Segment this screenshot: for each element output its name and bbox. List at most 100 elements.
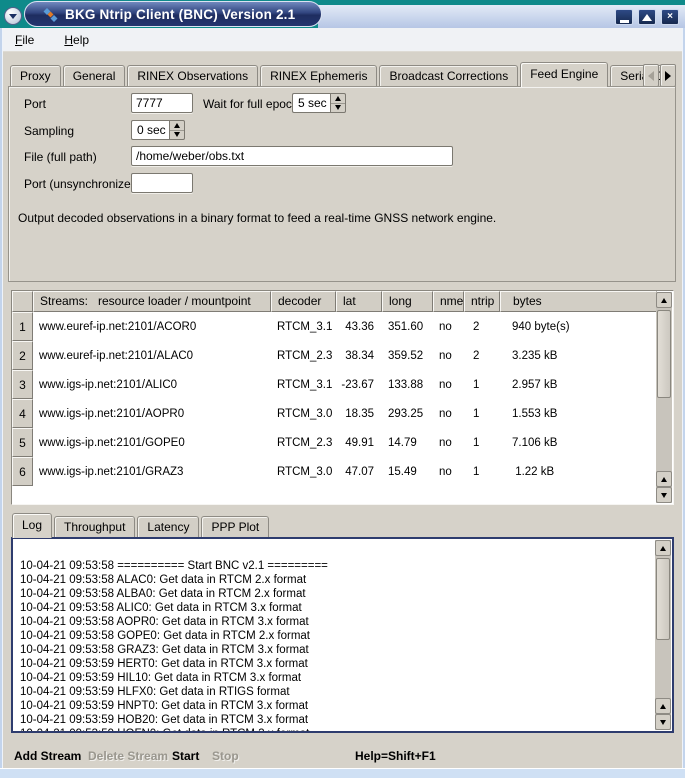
scrollbar-thumb[interactable] — [656, 558, 670, 640]
cell-nmea[interactable]: no — [433, 399, 464, 428]
tab[interactable]: Feed Engine — [520, 62, 608, 87]
cell-long[interactable]: 133.88 — [382, 370, 433, 399]
cell-ntrip[interactable]: 1 — [464, 457, 500, 486]
row-number[interactable]: 5 — [12, 428, 33, 457]
spin-up-button[interactable] — [170, 121, 184, 131]
cell-nmea[interactable]: no — [433, 312, 464, 341]
header-mountpoint[interactable]: Streams: resource loader / mountpoint — [33, 291, 271, 312]
cell-bytes[interactable]: 3.235 kB — [500, 341, 673, 370]
file-path-input[interactable] — [131, 146, 453, 166]
tab[interactable]: Log — [12, 513, 52, 538]
add-stream-button[interactable]: Add Stream — [14, 749, 81, 763]
cell-long[interactable]: 351.60 — [382, 312, 433, 341]
tab[interactable]: PPP Plot — [201, 516, 269, 537]
cell-ntrip[interactable]: 2 — [464, 312, 500, 341]
log-output[interactable]: 10-04-21 09:53:58 ========== Start BNC v… — [11, 537, 674, 733]
tab[interactable]: RINEX Observations — [127, 65, 258, 86]
header-lat[interactable]: lat — [336, 291, 382, 312]
cell-lat[interactable]: 38.34 — [336, 341, 382, 370]
cell-decoder[interactable]: RTCM_3.0 — [271, 457, 336, 486]
minimize-button[interactable] — [615, 9, 633, 25]
cell-decoder[interactable]: RTCM_2.3 — [271, 428, 336, 457]
cell-mountpoint[interactable]: www.igs-ip.net:2101/AOPR0 — [33, 399, 271, 428]
tab-scroll-left-button[interactable] — [643, 64, 659, 87]
tab[interactable]: Latency — [137, 516, 199, 537]
header-bytes[interactable]: bytes — [500, 291, 657, 312]
close-button[interactable]: × — [661, 9, 679, 25]
row-number[interactable]: 4 — [12, 399, 33, 428]
table-row[interactable]: 5 www.igs-ip.net:2101/GOPE0 RTCM_2.3 49.… — [12, 428, 673, 457]
header-decoder[interactable]: decoder — [271, 291, 336, 312]
scrollbar-thumb[interactable] — [657, 310, 671, 398]
cell-mountpoint[interactable]: www.igs-ip.net:2101/GRAZ3 — [33, 457, 271, 486]
cell-lat[interactable]: 47.07 — [336, 457, 382, 486]
table-row[interactable]: 1 www.euref-ip.net:2101/ACOR0 RTCM_3.1 4… — [12, 312, 673, 341]
cell-bytes[interactable]: 7.106 kB — [500, 428, 673, 457]
table-row[interactable]: 3 www.igs-ip.net:2101/ALIC0 RTCM_3.1 -23… — [12, 370, 673, 399]
cell-bytes[interactable]: 1.553 kB — [500, 399, 673, 428]
scroll-up-button[interactable] — [656, 292, 672, 308]
cell-decoder[interactable]: RTCM_2.3 — [271, 341, 336, 370]
stop-button[interactable]: Stop — [212, 749, 239, 763]
cell-bytes[interactable]: 1.22 kB — [500, 457, 673, 486]
cell-ntrip[interactable]: 1 — [464, 428, 500, 457]
cell-lat[interactable]: 18.35 — [336, 399, 382, 428]
cell-lat[interactable]: 43.36 — [336, 312, 382, 341]
tab[interactable]: General — [63, 65, 126, 86]
window-menu-button[interactable] — [4, 7, 22, 25]
spin-down-button[interactable] — [331, 104, 345, 113]
cell-nmea[interactable]: no — [433, 428, 464, 457]
tab[interactable]: RINEX Ephemeris — [260, 65, 377, 86]
scroll-up-button-2[interactable] — [655, 698, 671, 714]
cell-nmea[interactable]: no — [433, 370, 464, 399]
cell-mountpoint[interactable]: www.euref-ip.net:2101/ACOR0 — [33, 312, 271, 341]
cell-decoder[interactable]: RTCM_3.1 — [271, 370, 336, 399]
cell-mountpoint[interactable]: www.igs-ip.net:2101/ALIC0 — [33, 370, 271, 399]
maximize-button[interactable] — [638, 9, 656, 25]
cell-decoder[interactable]: RTCM_3.0 — [271, 399, 336, 428]
spin-down-button[interactable] — [170, 131, 184, 140]
port-input[interactable] — [131, 93, 193, 113]
scroll-down-button[interactable] — [656, 487, 672, 503]
tab[interactable]: Proxy — [10, 65, 61, 86]
table-row[interactable]: 6 www.igs-ip.net:2101/GRAZ3 RTCM_3.0 47.… — [12, 457, 673, 486]
scroll-up-button[interactable] — [655, 540, 671, 556]
row-number[interactable]: 3 — [12, 370, 33, 399]
row-number[interactable]: 2 — [12, 341, 33, 370]
table-row[interactable]: 2 www.euref-ip.net:2101/ALAC0 RTCM_2.3 3… — [12, 341, 673, 370]
cell-nmea[interactable]: no — [433, 457, 464, 486]
row-number[interactable]: 1 — [12, 312, 33, 341]
row-number[interactable]: 6 — [12, 457, 33, 486]
tab[interactable]: Broadcast Corrections — [379, 65, 518, 86]
log-scrollbar[interactable] — [655, 540, 671, 730]
start-button[interactable]: Start — [172, 749, 199, 763]
cell-ntrip[interactable]: 2 — [464, 341, 500, 370]
tab[interactable]: Throughput — [54, 516, 135, 537]
menu-item[interactable]: Help — [60, 31, 93, 49]
cell-ntrip[interactable]: 1 — [464, 399, 500, 428]
cell-lat[interactable]: 49.91 — [336, 428, 382, 457]
scroll-up-button-2[interactable] — [656, 471, 672, 487]
cell-lat[interactable]: -23.67 — [336, 370, 382, 399]
cell-nmea[interactable]: no — [433, 341, 464, 370]
header-ntrip[interactable]: ntrip — [464, 291, 500, 312]
cell-mountpoint[interactable]: www.igs-ip.net:2101/GOPE0 — [33, 428, 271, 457]
cell-decoder[interactable]: RTCM_3.1 — [271, 312, 336, 341]
header-long[interactable]: long — [382, 291, 433, 312]
cell-long[interactable]: 15.49 — [382, 457, 433, 486]
header-nmea[interactable]: nmea — [433, 291, 464, 312]
tab-scroll-right-button[interactable] — [660, 64, 676, 87]
table-row[interactable]: 4 www.igs-ip.net:2101/AOPR0 RTCM_3.0 18.… — [12, 399, 673, 428]
cell-mountpoint[interactable]: www.euref-ip.net:2101/ALAC0 — [33, 341, 271, 370]
cell-long[interactable]: 14.79 — [382, 428, 433, 457]
cell-long[interactable]: 359.52 — [382, 341, 433, 370]
cell-ntrip[interactable]: 1 — [464, 370, 500, 399]
menu-item[interactable]: File — [11, 31, 38, 49]
sampling-spinbox[interactable]: 0 sec — [131, 120, 185, 140]
cell-long[interactable]: 293.25 — [382, 399, 433, 428]
cell-bytes[interactable]: 940 byte(s) — [500, 312, 673, 341]
delete-stream-button[interactable]: Delete Stream — [88, 749, 168, 763]
streams-scrollbar[interactable] — [656, 292, 672, 503]
cell-bytes[interactable]: 2.957 kB — [500, 370, 673, 399]
scroll-down-button[interactable] — [655, 714, 671, 730]
